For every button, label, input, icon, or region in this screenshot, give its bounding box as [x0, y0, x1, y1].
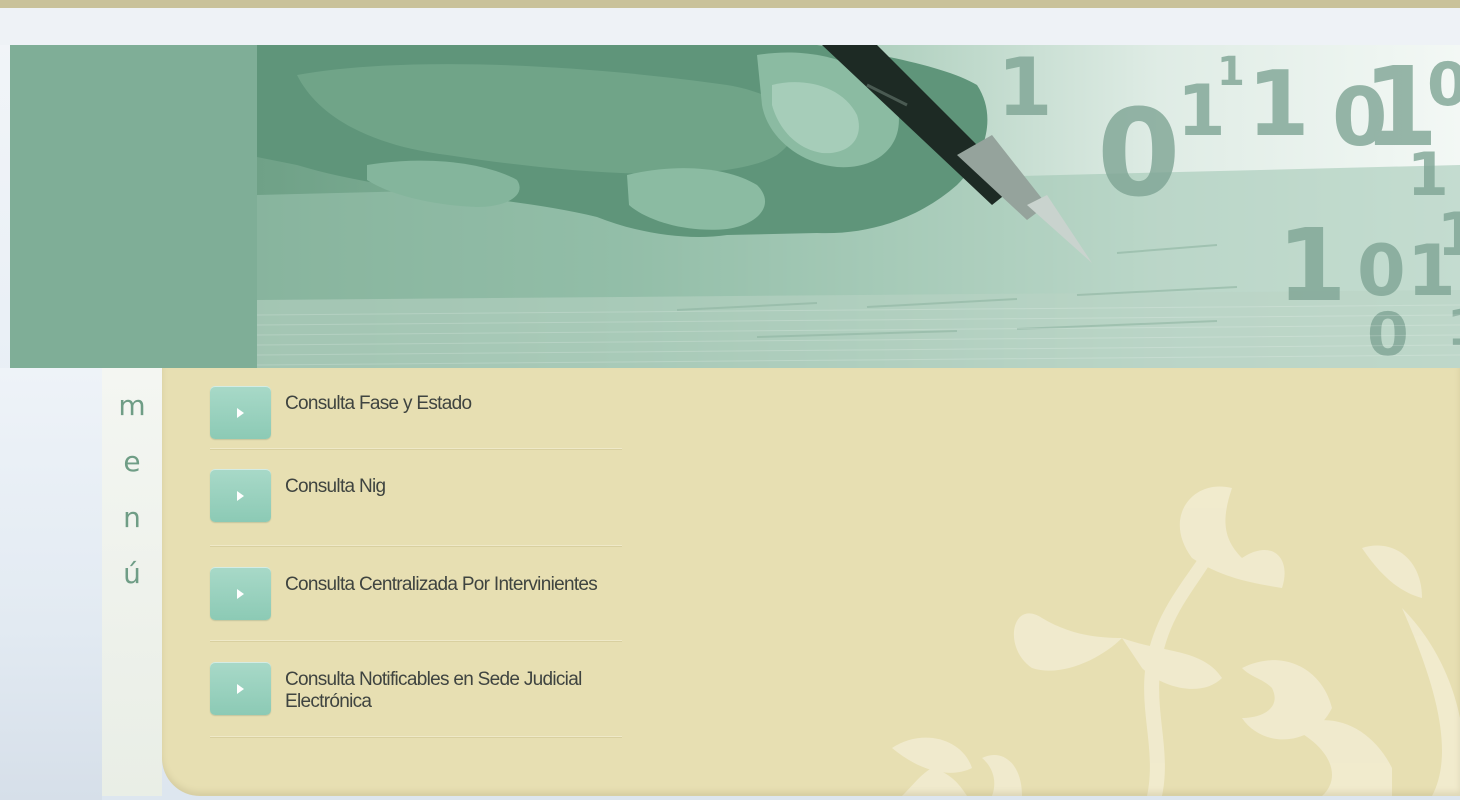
header-color-block — [10, 45, 257, 368]
menu-arrow-button[interactable] — [210, 662, 271, 715]
banner-illustration: 1 0 1 1 0 1 0 1 1 0 1 1 0 1 1 — [257, 45, 1460, 368]
play-arrow-icon — [237, 407, 244, 418]
menu-arrow-button[interactable] — [210, 567, 271, 620]
play-arrow-icon — [237, 683, 244, 694]
menu-item-label[interactable]: Consulta Fase y Estado — [285, 393, 615, 415]
banner-digit: 1 — [1437, 200, 1460, 270]
top-band — [0, 8, 1460, 45]
menu-item-consulta-fase-estado[interactable]: Consulta Fase y Estado — [210, 382, 622, 449]
menu-item-consulta-notificables[interactable]: Consulta Notificables en Sede Judicial E… — [210, 658, 622, 737]
menu-heading: m e n ú — [108, 378, 156, 602]
play-arrow-icon — [237, 588, 244, 599]
menu-item-consulta-intervinientes[interactable]: Consulta Centralizada Por Intervinientes — [210, 563, 622, 641]
banner-digit: 1 — [1447, 299, 1460, 357]
header-banner: 1 0 1 1 0 1 0 1 1 0 1 1 0 1 1 — [257, 45, 1460, 368]
left-margin — [0, 368, 102, 800]
menu-heading-letter: ú — [123, 557, 141, 590]
banner-digit: 1 — [1247, 52, 1310, 157]
menu-item-label[interactable]: Consulta Nig — [285, 476, 615, 498]
banner-digit: 0 — [1367, 300, 1409, 368]
menu-heading-letter: m — [118, 389, 146, 422]
menu-list: Consulta Fase y Estado Consulta Nig Cons… — [210, 382, 622, 737]
menu-arrow-button[interactable] — [210, 469, 271, 522]
banner-digit: 1 — [997, 45, 1053, 134]
menu-item-consulta-nig[interactable]: Consulta Nig — [210, 465, 622, 546]
play-arrow-icon — [237, 490, 244, 501]
banner-digit: 0 — [1097, 85, 1181, 224]
banner-digit: 1 — [1217, 49, 1245, 95]
menu-item-label[interactable]: Consulta Centralizada Por Intervinientes — [285, 574, 615, 596]
menu-arrow-button[interactable] — [210, 386, 271, 439]
banner-digit: 0 — [1427, 50, 1460, 120]
menu-heading-letter: n — [123, 501, 141, 534]
menu-heading-letter: e — [123, 445, 141, 478]
menu-item-label[interactable]: Consulta Notificables en Sede Judicial E… — [285, 669, 615, 713]
